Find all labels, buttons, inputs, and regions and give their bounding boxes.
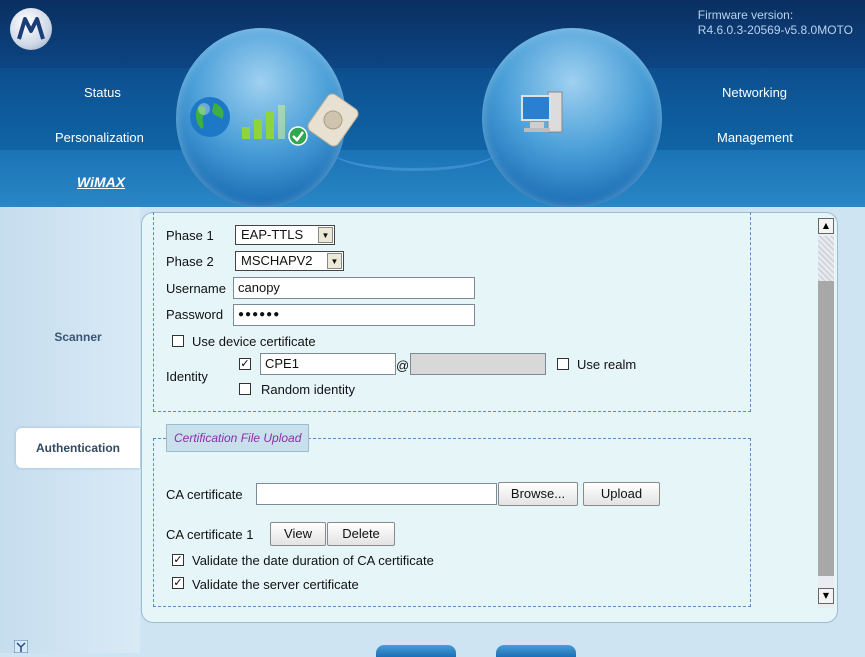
phase2-label: Phase 2 (166, 254, 214, 269)
cpe-device-icon (307, 93, 359, 147)
username-input[interactable]: canopy (233, 277, 475, 299)
scroll-thumb[interactable] (818, 281, 834, 576)
username-label: Username (166, 281, 226, 296)
use-device-cert-checkbox[interactable] (172, 335, 184, 347)
identity-label: Identity (166, 369, 208, 384)
signal-bars-icon (242, 105, 285, 139)
scroll-track[interactable] (818, 236, 834, 281)
use-realm-checkbox[interactable] (557, 358, 569, 370)
use-realm-label: Use realm (577, 357, 637, 372)
sidebar-item-scanner[interactable]: Scanner (8, 330, 148, 344)
random-identity-label: Random identity (261, 382, 355, 397)
firmware-label: Firmware version: (697, 8, 794, 22)
browse-button[interactable]: Browse... (498, 482, 578, 506)
random-identity-checkbox[interactable] (239, 383, 251, 395)
ca-cert-label: CA certificate (166, 487, 243, 502)
validate-server-checkbox[interactable]: ✓ (172, 577, 184, 589)
validate-server-label: Validate the server certificate (192, 577, 359, 592)
firmware-value: R4.6.0.3-20569-v5.8.0MOTO (697, 23, 853, 37)
upload-button[interactable]: Upload (583, 482, 660, 506)
computer-icon (521, 91, 563, 133)
nav-personalization[interactable]: Personalization (55, 130, 144, 145)
footer-tab-left[interactable] (376, 645, 456, 657)
nav-status[interactable]: Status (84, 85, 121, 100)
sidebar-item-authentication[interactable]: Authentication (16, 428, 140, 468)
identity-input[interactable]: CPE1 (260, 353, 396, 375)
phase2-value: MSCHAPV2 (241, 253, 313, 268)
upload-legend: Certification File Upload (166, 424, 310, 452)
networking-bubble (482, 28, 662, 207)
vertical-scrollbar[interactable]: ▲ ▼ (818, 218, 834, 608)
chevron-down-icon: ▼ (327, 253, 342, 269)
chevron-down-icon: ▼ (318, 227, 333, 243)
firmware-info: Firmware version: R4.6.0.3-20569-v5.8.0M… (698, 8, 853, 38)
phase1-select[interactable]: EAP-TTLS ▼ (235, 225, 335, 245)
phase1-value: EAP-TTLS (241, 227, 304, 242)
delete-button[interactable]: Delete (327, 522, 395, 546)
nav-networking[interactable]: Networking (722, 85, 787, 100)
scroll-down-icon[interactable]: ▼ (818, 588, 834, 604)
identity-checkbox[interactable]: ✓ (239, 358, 251, 370)
password-label: Password (166, 307, 224, 322)
nav-management[interactable]: Management (717, 130, 793, 145)
ca-cert1-label: CA certificate 1 (166, 527, 254, 542)
phase2-select[interactable]: MSCHAPV2 ▼ (235, 251, 344, 271)
validate-date-checkbox[interactable]: ✓ (172, 554, 184, 566)
footer-tab-right[interactable] (496, 645, 576, 657)
motorola-m-icon (17, 17, 45, 40)
phase1-label: Phase 1 (166, 228, 214, 243)
ca-cert-file-input[interactable] (256, 483, 497, 505)
at-sign: @ (396, 358, 410, 373)
view-button[interactable]: View (270, 522, 326, 546)
footer-expand-icon[interactable] (14, 640, 28, 653)
password-input[interactable]: ●●●●●● (233, 304, 475, 326)
motorola-logo (10, 8, 52, 50)
scroll-up-icon[interactable]: ▲ (818, 218, 834, 234)
realm-input[interactable] (410, 353, 546, 375)
use-device-cert-label: Use device certificate (192, 334, 316, 349)
validate-date-label: Validate the date duration of CA certifi… (192, 553, 434, 568)
globe-icon (190, 97, 230, 137)
nav-wimax[interactable]: WiMAX (77, 174, 125, 190)
